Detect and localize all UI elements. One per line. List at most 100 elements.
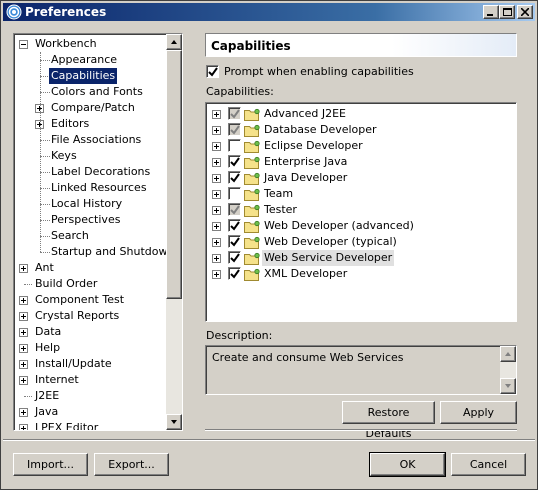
- tree-item[interactable]: LPEX Editor: [14, 420, 166, 430]
- capability-checkbox[interactable]: [228, 139, 241, 152]
- capability-row[interactable]: Web Developer (advanced): [206, 218, 506, 234]
- description-scroll-down-button[interactable]: [500, 378, 516, 394]
- expand-icon[interactable]: [212, 270, 221, 279]
- capability-row[interactable]: Web Developer (typical): [206, 234, 506, 250]
- expand-icon[interactable]: [212, 142, 221, 151]
- capability-row[interactable]: Java Developer: [206, 170, 506, 186]
- capability-label: Eclipse Developer: [264, 139, 363, 152]
- expand-icon[interactable]: [212, 158, 221, 167]
- maximize-button[interactable]: [499, 5, 515, 19]
- checkmark-icon: [230, 125, 240, 135]
- capability-checkbox[interactable]: [228, 107, 241, 120]
- tree-item[interactable]: Linked Resources: [14, 180, 166, 196]
- tree-item[interactable]: Perspectives: [14, 212, 166, 228]
- tree-item[interactable]: Keys: [14, 148, 166, 164]
- capabilities-list[interactable]: Advanced J2EE Database Developer Eclipse D…: [205, 102, 517, 322]
- tree-item[interactable]: File Associations: [14, 132, 166, 148]
- expand-icon[interactable]: [19, 424, 28, 430]
- tree-item-label: J2EE: [35, 389, 60, 402]
- expand-icon[interactable]: [19, 408, 28, 417]
- maximize-icon: [503, 8, 512, 16]
- expand-icon[interactable]: [19, 328, 28, 337]
- tree-item[interactable]: Workbench: [14, 36, 166, 52]
- capability-checkbox[interactable]: [228, 235, 241, 248]
- capability-checkbox[interactable]: [228, 187, 241, 200]
- tree-item[interactable]: Appearance: [14, 52, 166, 68]
- tree-vertical-scrollbar[interactable]: [166, 34, 182, 430]
- expand-icon[interactable]: [19, 376, 28, 385]
- expand-icon[interactable]: [212, 254, 221, 263]
- expand-icon[interactable]: [212, 174, 221, 183]
- restore-defaults-button[interactable]: Restore Defaults: [342, 401, 435, 440]
- capability-row[interactable]: Eclipse Developer: [206, 138, 506, 154]
- tree-item[interactable]: Editors: [14, 116, 166, 132]
- expand-icon[interactable]: [19, 360, 28, 369]
- prompt-checkbox[interactable]: [206, 65, 219, 78]
- capability-row[interactable]: XML Developer: [206, 266, 506, 282]
- minimize-button[interactable]: [483, 5, 499, 19]
- tree-item[interactable]: J2EE: [14, 388, 166, 404]
- expand-icon[interactable]: [19, 312, 28, 321]
- expand-icon[interactable]: [212, 190, 221, 199]
- tree-item[interactable]: Capabilities: [14, 68, 166, 84]
- capability-checkbox[interactable]: [228, 171, 241, 184]
- tree-item-label: Startup and Shutdown: [51, 245, 175, 258]
- tree-item[interactable]: Compare/Patch: [14, 100, 166, 116]
- expand-icon[interactable]: [19, 264, 28, 273]
- cancel-button[interactable]: Cancel: [451, 453, 526, 476]
- tree-item-label: Help: [35, 341, 61, 354]
- expand-icon[interactable]: [212, 206, 221, 215]
- capability-checkbox[interactable]: [228, 123, 241, 136]
- capability-checkbox[interactable]: [228, 267, 241, 280]
- prompt-label[interactable]: Prompt when enabling capabilities: [224, 65, 414, 78]
- tree-item[interactable]: Data: [14, 324, 166, 340]
- tree-item[interactable]: Component Test: [14, 292, 166, 308]
- tree-item-label: Keys: [51, 149, 77, 162]
- capability-row[interactable]: Database Developer: [206, 122, 506, 138]
- expand-icon[interactable]: [212, 126, 221, 135]
- tree-scroll-up-button[interactable]: [166, 34, 182, 50]
- tree-scroll-down-button[interactable]: [166, 414, 182, 430]
- tree-item[interactable]: Local History: [14, 196, 166, 212]
- checkmark-icon: [230, 269, 240, 279]
- tree-item[interactable]: Search: [14, 228, 166, 244]
- tree-item[interactable]: Label Decorations: [14, 164, 166, 180]
- preference-tree[interactable]: Workbench Appearance Capabilities Colors an…: [13, 33, 183, 431]
- capability-checkbox[interactable]: [228, 155, 241, 168]
- close-button[interactable]: [517, 5, 533, 19]
- page-title: Capabilities: [205, 33, 517, 57]
- capability-row[interactable]: Advanced J2EE: [206, 106, 506, 122]
- apply-button[interactable]: Apply: [440, 401, 517, 424]
- capability-checkbox[interactable]: [228, 203, 241, 216]
- title-bar[interactable]: Preferences: [3, 3, 535, 21]
- capability-row[interactable]: Tester: [206, 202, 506, 218]
- expand-icon[interactable]: [212, 222, 221, 231]
- capability-row[interactable]: Enterprise Java: [206, 154, 506, 170]
- checkmark-icon: [230, 157, 240, 167]
- tree-item[interactable]: Ant: [14, 260, 166, 276]
- tree-item[interactable]: Java: [14, 404, 166, 420]
- tree-item[interactable]: Colors and Fonts: [14, 84, 166, 100]
- collapse-icon[interactable]: [19, 40, 28, 49]
- capability-row[interactable]: Web Service Developer: [206, 250, 506, 266]
- description-box: Create and consume Web Services: [205, 345, 517, 395]
- expand-icon[interactable]: [19, 344, 28, 353]
- tree-item[interactable]: Build Order: [14, 276, 166, 292]
- expand-icon[interactable]: [19, 296, 28, 305]
- tree-item[interactable]: Crystal Reports: [14, 308, 166, 324]
- capability-checkbox[interactable]: [228, 251, 241, 264]
- expand-icon[interactable]: [212, 110, 221, 119]
- expand-icon[interactable]: [212, 238, 221, 247]
- capability-row[interactable]: Team: [206, 186, 506, 202]
- capability-checkbox[interactable]: [228, 219, 241, 232]
- description-scrollbar[interactable]: [500, 346, 516, 394]
- ok-button[interactable]: OK: [369, 452, 446, 477]
- tree-item[interactable]: Help: [14, 340, 166, 356]
- tree-item[interactable]: Internet: [14, 372, 166, 388]
- tree-item[interactable]: Install/Update: [14, 356, 166, 372]
- import-button[interactable]: Import...: [13, 453, 88, 476]
- tree-scroll-thumb[interactable]: [166, 50, 182, 299]
- export-button[interactable]: Export...: [94, 453, 169, 476]
- description-scroll-up-button[interactable]: [500, 346, 516, 362]
- tree-item[interactable]: Startup and Shutdown: [14, 244, 174, 260]
